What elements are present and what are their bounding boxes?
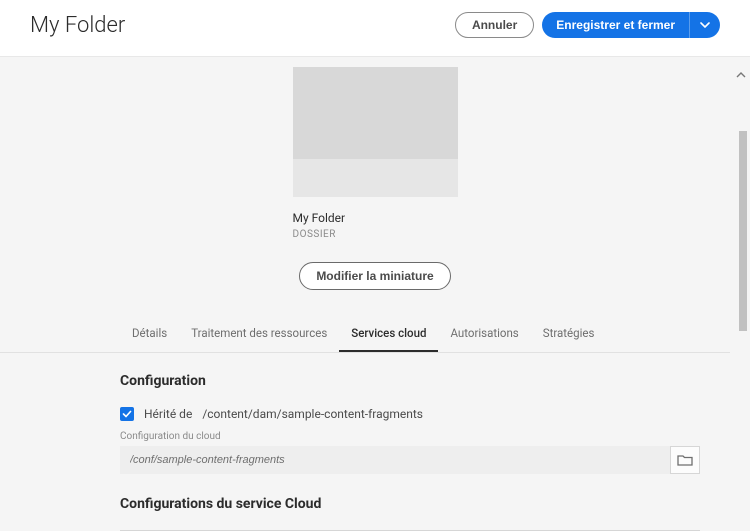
inherited-from-label: Hérité de (144, 407, 192, 421)
tab-cloud-services[interactable]: Services cloud (339, 318, 438, 352)
folder-icon (677, 454, 693, 466)
folder-thumbnail (293, 67, 458, 197)
check-icon (122, 410, 132, 418)
cloud-config-label: Configuration du cloud (120, 431, 700, 442)
browse-folder-button[interactable] (670, 446, 700, 474)
thumbnail-name: My Folder (293, 211, 458, 225)
chevron-down-icon (700, 22, 710, 28)
tab-details[interactable]: Détails (120, 318, 179, 352)
thumbnail-type: DOSSIER (293, 229, 458, 240)
cancel-button[interactable]: Annuler (455, 12, 534, 38)
cloud-service-config-heading: Configurations du service Cloud (120, 496, 700, 512)
save-dropdown-button[interactable] (689, 12, 720, 38)
inherited-checkbox[interactable] (120, 407, 134, 421)
tab-strategies[interactable]: Stratégies (531, 318, 607, 352)
tabs: Détails Traitement des ressources Servic… (0, 318, 730, 353)
scroll-up-arrow-icon[interactable] (736, 71, 746, 79)
inherited-checkbox-row: Hérité de /content/dam/sample-content-fr… (120, 407, 700, 421)
save-button-group: Enregistrer et fermer (542, 12, 720, 38)
save-close-button[interactable]: Enregistrer et fermer (542, 12, 689, 38)
modify-thumbnail-button[interactable]: Modifier la miniature (299, 262, 450, 290)
tab-resource-treatment[interactable]: Traitement des ressources (179, 318, 339, 352)
cloud-config-input[interactable] (120, 446, 670, 474)
inherited-from-path: /content/dam/sample-content-fragments (202, 407, 423, 421)
thumbnail-meta: My Folder DOSSIER (293, 211, 458, 240)
tab-permissions[interactable]: Autorisations (438, 318, 530, 352)
configuration-heading: Configuration (120, 373, 700, 389)
header-actions: Annuler Enregistrer et fermer (455, 12, 720, 38)
scrollbar-thumb[interactable] (739, 131, 747, 331)
page-title: My Folder (30, 13, 125, 38)
